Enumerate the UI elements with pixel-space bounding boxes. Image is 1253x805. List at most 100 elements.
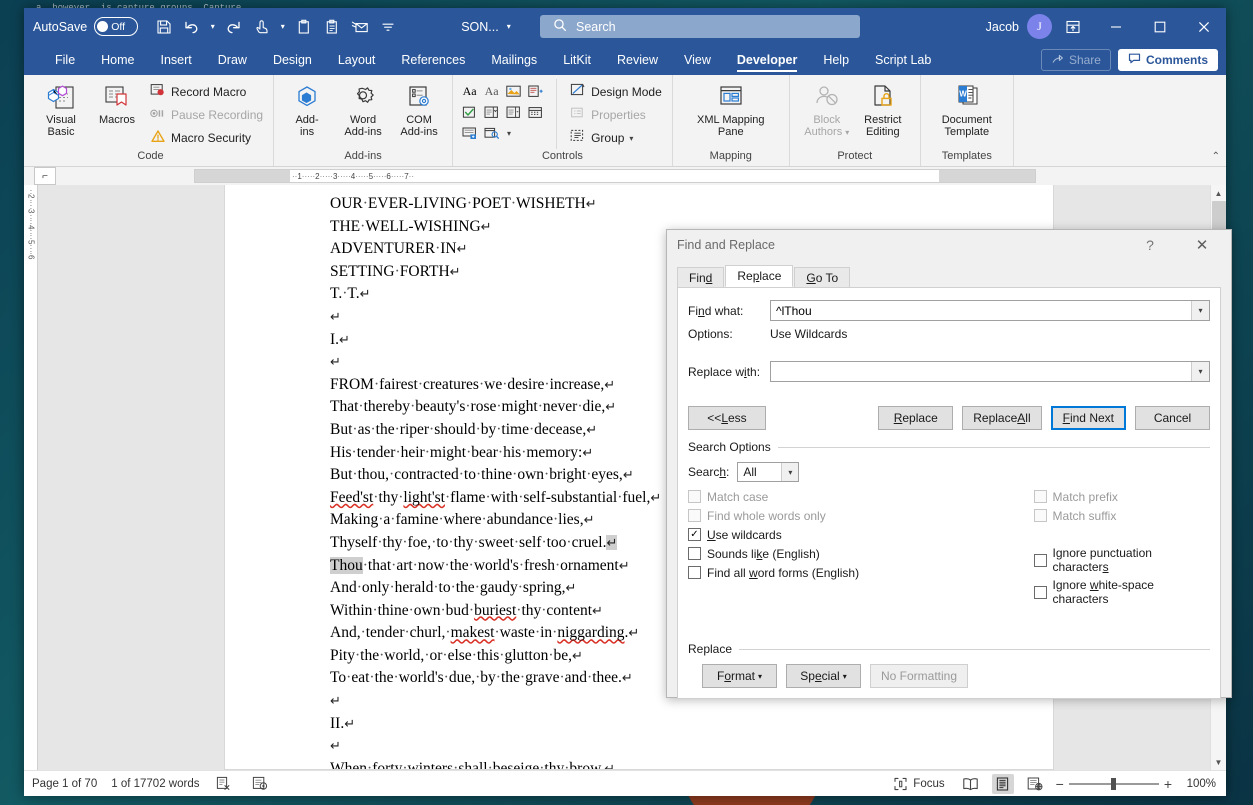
paste-icon[interactable] [290, 13, 317, 40]
tab-references[interactable]: References [388, 45, 478, 75]
special-button[interactable]: Sp e cial ▾ [786, 664, 861, 688]
tab-draw[interactable]: Draw [205, 45, 260, 75]
design-mode-button[interactable]: Design Mode [566, 81, 666, 103]
minimize-button[interactable] [1094, 8, 1138, 45]
match-suffix-checkbox-row[interactable]: Match suffix [1033, 508, 1210, 523]
page-info[interactable]: Page 1 of 70 [32, 778, 97, 790]
avatar[interactable]: J [1027, 14, 1052, 39]
properties-button[interactable]: Properties [566, 104, 666, 126]
touch-mode-icon[interactable] [248, 13, 275, 40]
replace-with-chevron-down-icon[interactable]: ▾ [1191, 362, 1209, 381]
repeating-section-content-control-icon[interactable] [459, 123, 480, 143]
document-template-button[interactable]: W Document Template [931, 79, 1003, 138]
tab-stop-selector-icon[interactable]: ⌐ [34, 167, 56, 185]
rich-text-content-control-icon[interactable]: Aa [459, 81, 480, 101]
find-whole-words-only-checkbox-row[interactable]: Find whole words only [688, 508, 1034, 523]
tab-script-lab[interactable]: Script Lab [862, 45, 944, 75]
clipboard-icon[interactable] [318, 13, 345, 40]
print-layout-icon[interactable] [991, 774, 1014, 794]
scroll-up-icon[interactable]: ▲ [1211, 185, 1227, 201]
pause-recording-button[interactable]: Pause Recording [146, 104, 267, 126]
no-formatting-button[interactable]: No Formatting [870, 664, 969, 688]
use-wildcards-checkbox-row[interactable]: ✓ Use wildcards [688, 527, 1034, 542]
zoom-level[interactable]: 100% [1182, 778, 1216, 790]
replace-all-button[interactable]: Replace All [962, 406, 1042, 430]
match-case-checkbox[interactable] [688, 490, 701, 503]
find-what-chevron-down-icon[interactable]: ▾ [1191, 301, 1209, 320]
save-icon[interactable] [150, 13, 177, 40]
proofing-errors-icon[interactable] [213, 774, 235, 794]
sounds-like-checkbox-row[interactable]: Sounds like (English) [688, 546, 1034, 561]
group-button[interactable]: Group ▾ [566, 127, 666, 149]
tab-view[interactable]: View [671, 45, 724, 75]
replace-with-combo[interactable]: ▾ [770, 361, 1210, 382]
legacy-tools-icon[interactable] [481, 123, 502, 143]
add-ins-button[interactable]: Add- ins [280, 79, 334, 138]
help-icon[interactable]: ? [1133, 230, 1167, 260]
focus-button[interactable]: Focus [888, 774, 949, 794]
tab-litkit[interactable]: LitKit [550, 45, 604, 75]
ignore-white-space-checkbox-row[interactable]: Ignore white-space characters [1033, 578, 1210, 606]
com-add-ins-button[interactable]: COM Add-ins [392, 79, 446, 138]
customize-quick-access-icon[interactable] [374, 13, 401, 40]
zoom-in-button[interactable]: + [1164, 776, 1172, 792]
find-all-word-forms-checkbox[interactable] [688, 566, 701, 579]
tab-home[interactable]: Home [88, 45, 147, 75]
ribbon-display-options-icon[interactable] [1052, 8, 1094, 45]
word-count[interactable]: 1 of 17702 words [111, 778, 199, 790]
format-button[interactable]: Fo rmat ▾ [702, 664, 777, 688]
drop-down-list-content-control-icon[interactable] [503, 102, 524, 122]
vertical-ruler[interactable]: · · 2 · · · · 3 · · · · 4 · · · · 5 · · · · 6 [24, 185, 38, 770]
web-layout-icon[interactable] [1024, 774, 1046, 794]
match-prefix-checkbox[interactable] [1033, 490, 1047, 503]
match-suffix-checkbox[interactable] [1033, 509, 1047, 522]
restrict-editing-button[interactable]: Restrict Editing [856, 79, 910, 138]
building-block-gallery-icon[interactable] [525, 81, 546, 101]
tab-mailings[interactable]: Mailings [478, 45, 550, 75]
dialog-tab-go-to[interactable]: Go To [794, 267, 851, 287]
zoom-knob[interactable] [1110, 778, 1116, 790]
visual-basic-button[interactable]: Visual Basic [34, 79, 88, 138]
use-wildcards-checkbox[interactable]: ✓ [688, 528, 701, 541]
less-button[interactable]: << Less [688, 406, 766, 430]
ignore-punctuation-checkbox[interactable] [1033, 553, 1047, 567]
find-all-word-forms-checkbox-row[interactable]: Find all word forms (English) [688, 565, 1034, 580]
share-button[interactable]: Share [1040, 49, 1111, 71]
word-add-ins-button[interactable]: Word Add-ins [336, 79, 390, 138]
tab-developer[interactable]: Developer [724, 45, 810, 75]
check-box-content-control-icon[interactable] [459, 102, 480, 122]
sounds-like-checkbox[interactable] [688, 547, 701, 560]
maximize-button[interactable] [1138, 8, 1182, 45]
collapse-ribbon-icon[interactable]: ⌃ [1212, 151, 1220, 162]
cancel-button[interactable]: Cancel [1135, 406, 1210, 430]
tab-design[interactable]: Design [260, 45, 325, 75]
zoom-track[interactable] [1068, 778, 1159, 790]
touch-mode-dropdown-icon[interactable]: ▾ [276, 13, 289, 40]
legacy-tools-dropdown-icon[interactable]: ▾ [503, 123, 515, 143]
match-prefix-checkbox-row[interactable]: Match prefix [1033, 489, 1210, 504]
find-next-button[interactable]: Find Next [1050, 406, 1126, 430]
search-scope-select[interactable]: All ▾ [737, 462, 800, 482]
zoom-slider[interactable]: − + [1056, 776, 1172, 792]
xml-mapping-pane-button[interactable]: XML Mapping Pane [687, 79, 775, 138]
ignore-white-space-checkbox[interactable] [1033, 585, 1047, 599]
scroll-down-icon[interactable]: ▼ [1211, 754, 1227, 770]
picture-content-control-icon[interactable] [503, 81, 524, 101]
combo-box-content-control-icon[interactable] [481, 102, 502, 122]
group-dropdown-icon[interactable]: ▾ [629, 134, 633, 143]
find-what-combo[interactable]: ^lThou ▾ [770, 300, 1210, 321]
autosave-toggle[interactable]: Off [94, 17, 139, 36]
plain-text-content-control-icon[interactable]: Aa [481, 81, 502, 101]
ignore-punctuation-checkbox-row[interactable]: Ignore punctuation characters [1033, 546, 1210, 574]
find-whole-words-only-checkbox[interactable] [688, 509, 701, 522]
document-line[interactable]: OUR·EVER-LIVING·POET·WISHETH↵ [330, 193, 1013, 216]
dialog-tab-replace[interactable]: Replace [725, 265, 794, 287]
macros-button[interactable]: Macros [90, 79, 144, 126]
macro-security-button[interactable]: Macro Security [146, 127, 267, 149]
read-mode-icon[interactable] [960, 774, 982, 794]
dialog-tab-find[interactable]: Find [677, 267, 725, 287]
document-line[interactable]: When·forty·winters·shall·beseige·thy·bro… [330, 758, 1013, 769]
date-picker-content-control-icon[interactable] [525, 102, 546, 122]
replace-button[interactable]: Replace [878, 406, 954, 430]
tab-help[interactable]: Help [810, 45, 862, 75]
